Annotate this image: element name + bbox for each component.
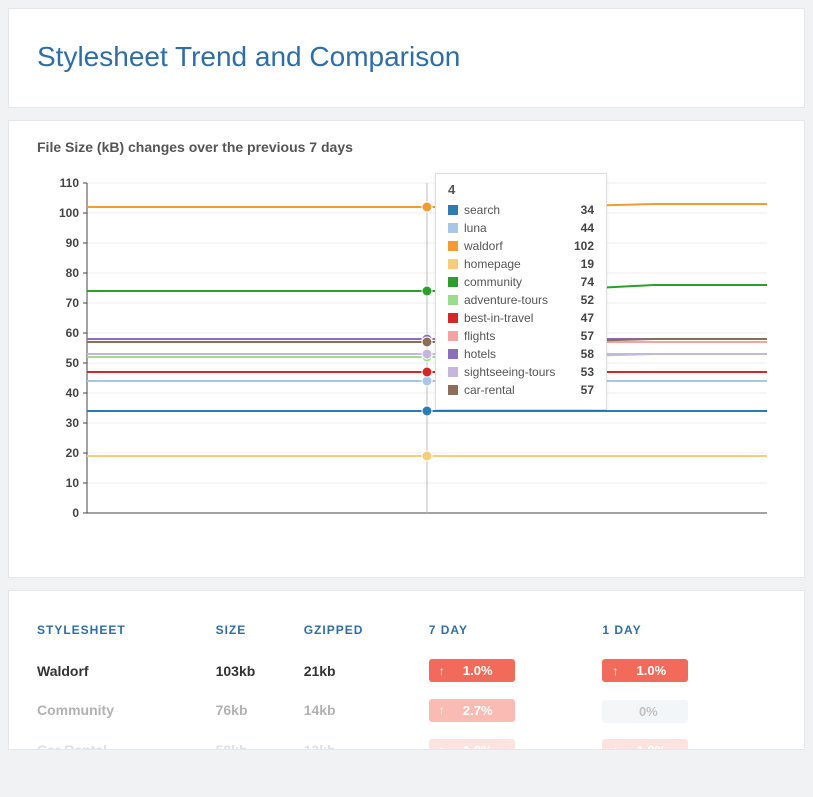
tooltip-series-value: 57 [581,383,594,397]
tooltip-series-name: luna [464,221,487,235]
change-badge: ↑1.0% [602,659,688,682]
svg-text:80: 80 [66,266,80,280]
tooltip-series-name: flights [464,329,495,343]
tooltip-series-value: 44 [581,221,594,235]
svg-text:50: 50 [66,356,80,370]
tooltip-series-value: 34 [581,203,594,217]
cell-gzip: 12kb [304,731,429,751]
change-badge: ↑1.8% [602,739,688,751]
tooltip-row: flights 57 [448,327,594,345]
cell-size: 103kb [216,651,304,690]
svg-text:30: 30 [66,416,80,430]
chart-card: File Size (kB) changes over the previous… [8,120,805,578]
table-row[interactable]: Community76kb14kb↑2.7% 0% [37,690,776,731]
tooltip-series-value: 57 [581,329,594,343]
legend-swatch [448,295,458,305]
tooltip-x-value: 4 [448,182,594,197]
tooltip-row: community 74 [448,273,594,291]
change-badge: 0% [602,700,688,723]
tooltip-series-value: 102 [574,239,594,253]
cell-size: 76kb [216,690,304,731]
chart-tooltip: 4 search 34 luna 44 waldorf 102 homepage 19 comm… [435,173,607,410]
arrow-up-icon: ↑ [439,665,445,677]
tooltip-row: search 34 [448,201,594,219]
svg-text:10: 10 [66,476,80,490]
cell-1day: ↑1.0% [602,651,776,690]
cell-gzip: 21kb [304,651,429,690]
arrow-up-icon: ↑ [612,744,618,750]
header-card: Stylesheet Trend and Comparison [8,8,805,108]
cell-7day: ↑1.0% [429,651,603,690]
arrow-up-icon: ↑ [439,704,445,716]
th-size[interactable]: Size [216,615,304,651]
cell-gzip: 14kb [304,690,429,731]
legend-swatch [448,277,458,287]
th-7day[interactable]: 7 Day [429,615,603,651]
tooltip-series-name: best-in-travel [464,311,533,325]
stylesheet-table: Stylesheet Size Gzipped 7 Day 1 Day Wald… [37,615,776,750]
svg-text:60: 60 [66,326,80,340]
chart-title: File Size (kB) changes over the previous… [37,139,776,155]
tooltip-series-name: homepage [464,257,521,271]
legend-swatch [448,367,458,377]
legend-swatch [448,385,458,395]
svg-text:110: 110 [60,176,80,190]
tooltip-series-value: 47 [581,311,594,325]
page-title: Stylesheet Trend and Comparison [37,41,776,73]
cell-name: Community [37,690,216,731]
th-gzipped[interactable]: Gzipped [304,615,429,651]
change-badge: ↑2.7% [429,699,515,722]
tooltip-series-value: 58 [581,347,594,361]
svg-text:100: 100 [59,206,79,220]
tooltip-row: sightseeing-tours 53 [448,363,594,381]
line-chart[interactable]: 0 10 20 30 40 50 60 70 80 90 100 110 4 search 34 luna… [37,173,776,553]
change-badge: ↑1.0% [429,659,515,682]
svg-text:70: 70 [66,296,80,310]
arrow-up-icon: ↑ [439,744,445,750]
legend-swatch [448,349,458,359]
tooltip-series-value: 74 [581,275,594,289]
cell-name: Car Rental [37,731,216,751]
tooltip-row: hotels 58 [448,345,594,363]
tooltip-series-value: 53 [581,365,594,379]
tooltip-series-name: car-rental [464,383,515,397]
table-row[interactable]: Waldorf103kb21kb↑1.0%↑1.0% [37,651,776,690]
cell-size: 58kb [216,731,304,751]
tooltip-row: luna 44 [448,219,594,237]
svg-text:0: 0 [72,506,79,520]
legend-swatch [448,331,458,341]
tooltip-series-name: search [464,203,500,217]
tooltip-series-name: adventure-tours [464,293,548,307]
svg-text:90: 90 [66,236,80,250]
tooltip-row: best-in-travel 47 [448,309,594,327]
cell-7day: ↑1.8% [429,731,603,751]
cell-1day: 0% [602,690,776,731]
tooltip-row: waldorf 102 [448,237,594,255]
legend-swatch [448,205,458,215]
cell-7day: ↑2.7% [429,690,603,731]
change-badge: ↑1.8% [429,739,515,751]
arrow-up-icon: ↑ [612,665,618,677]
legend-swatch [448,259,458,269]
svg-text:40: 40 [66,386,80,400]
th-1day[interactable]: 1 Day [602,615,776,651]
tooltip-row: adventure-tours 52 [448,291,594,309]
tooltip-row: homepage 19 [448,255,594,273]
tooltip-series-name: community [464,275,522,289]
tooltip-series-value: 19 [581,257,594,271]
tooltip-series-name: waldorf [464,239,503,253]
tooltip-row: car-rental 57 [448,381,594,399]
tooltip-series-name: hotels [464,347,496,361]
table-row[interactable]: Car Rental58kb12kb↑1.8%↑1.8% [37,731,776,751]
tooltip-series-name: sightseeing-tours [464,365,555,379]
th-stylesheet[interactable]: Stylesheet [37,615,216,651]
svg-text:20: 20 [66,446,80,460]
legend-swatch [448,313,458,323]
legend-swatch [448,223,458,233]
cell-name: Waldorf [37,651,216,690]
legend-swatch [448,241,458,251]
cell-1day: ↑1.8% [602,731,776,751]
tooltip-series-value: 52 [581,293,594,307]
table-card: Stylesheet Size Gzipped 7 Day 1 Day Wald… [8,590,805,750]
